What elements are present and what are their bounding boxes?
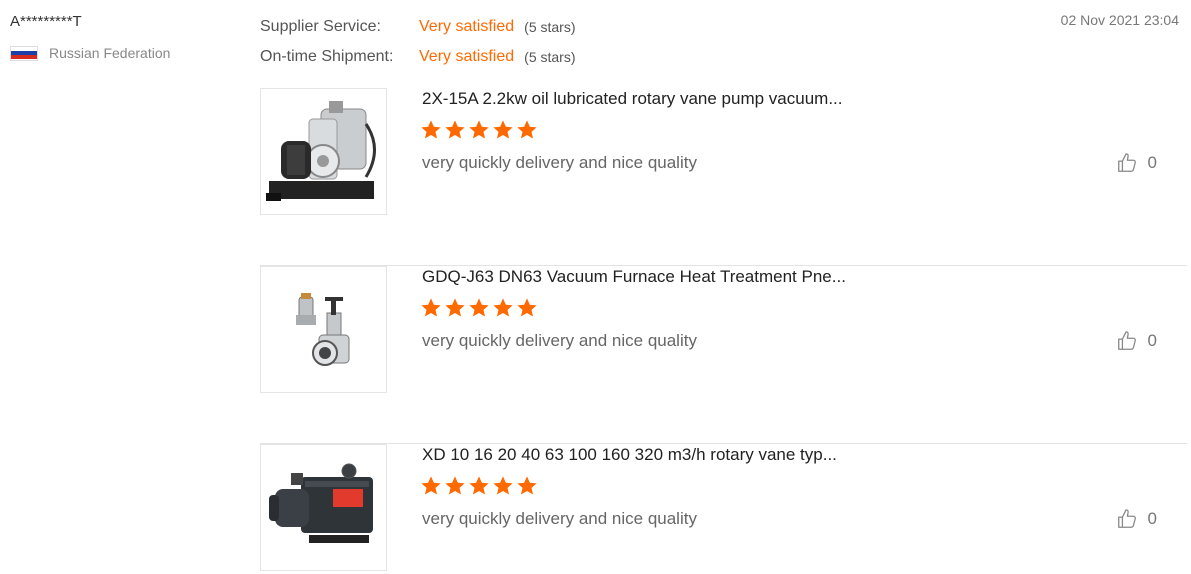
star-icon <box>517 476 537 495</box>
star-icon <box>493 298 513 317</box>
like-count: 0 <box>1147 509 1157 528</box>
product-title[interactable]: 2X-15A 2.2kw oil lubricated rotary vane … <box>422 88 843 110</box>
star-icon <box>469 120 489 139</box>
thumbs-up-icon <box>1117 509 1136 528</box>
product-title[interactable]: GDQ-J63 DN63 Vacuum Furnace Heat Treatme… <box>422 266 846 288</box>
review-comment: very quickly delivery and nice quality <box>422 331 697 350</box>
star-icon <box>493 476 513 495</box>
like-button[interactable]: 0 <box>1116 152 1157 174</box>
reviewer-name: A*********T <box>10 13 82 30</box>
like-count: 0 <box>1147 153 1157 172</box>
star-icon <box>421 476 441 495</box>
like-button[interactable]: 0 <box>1116 330 1157 352</box>
rating-value: Very satisfied <box>419 48 515 65</box>
rotary-vane-pump-image[interactable] <box>260 88 387 215</box>
product-review-item: GDQ-J63 DN63 Vacuum Furnace Heat Treatme… <box>260 266 1187 444</box>
vacuum-pump-image[interactable] <box>260 444 387 571</box>
rating-label: Supplier Service: <box>260 18 381 35</box>
reviewer-info: A*********T Russian Federation <box>10 12 240 61</box>
review-comment: very quickly delivery and nice quality <box>422 509 697 528</box>
reviewer-country: Russian Federation <box>10 45 170 61</box>
product-review-item: 2X-15A 2.2kw oil lubricated rotary vane … <box>260 88 1187 266</box>
star-icon <box>445 476 465 495</box>
like-count: 0 <box>1147 331 1157 350</box>
review-comment: very quickly delivery and nice quality <box>422 153 697 172</box>
rating-supplier-service: Supplier Service: Very satisfied (5 star… <box>260 12 576 42</box>
rating-ontime-shipment: On-time Shipment: Very satisfied (5 star… <box>260 42 576 72</box>
product-review-item: XD 10 16 20 40 63 100 160 320 m3/h rotar… <box>260 444 1187 574</box>
thumbs-up-icon <box>1117 153 1136 172</box>
product-star-rating <box>420 119 538 141</box>
star-icon <box>493 120 513 139</box>
star-icon <box>421 120 441 139</box>
vacuum-valve-image[interactable] <box>260 266 387 393</box>
star-icon <box>469 476 489 495</box>
product-star-rating <box>420 297 538 319</box>
rating-label: On-time Shipment: <box>260 48 394 65</box>
star-icon <box>445 120 465 139</box>
star-icon <box>517 120 537 139</box>
star-icon <box>421 298 441 317</box>
russia-flag-icon <box>10 45 38 61</box>
rating-stars-text: (5 stars) <box>524 49 576 65</box>
country-name: Russian Federation <box>49 45 171 61</box>
product-star-rating <box>420 475 538 497</box>
review-date: 02 Nov 2021 23:04 <box>1060 12 1179 28</box>
like-button[interactable]: 0 <box>1116 508 1157 530</box>
rating-value: Very satisfied <box>419 18 515 35</box>
supplier-ratings: Supplier Service: Very satisfied (5 star… <box>260 12 576 72</box>
thumbs-up-icon <box>1117 331 1136 350</box>
star-icon <box>469 298 489 317</box>
star-icon <box>517 298 537 317</box>
star-icon <box>445 298 465 317</box>
rating-stars-text: (5 stars) <box>524 19 576 35</box>
product-title[interactable]: XD 10 16 20 40 63 100 160 320 m3/h rotar… <box>422 444 837 466</box>
